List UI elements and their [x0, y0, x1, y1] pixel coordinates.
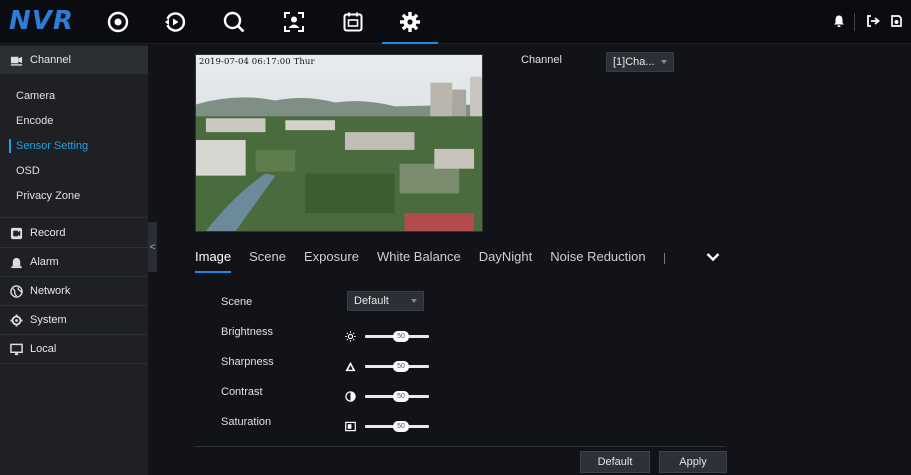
local-monitor-icon	[10, 343, 23, 355]
divider	[0, 363, 148, 364]
tab-image[interactable]: Image	[195, 249, 232, 273]
brightness-label: Brightness	[221, 326, 273, 338]
sidebar-group-local[interactable]: Local	[0, 335, 148, 363]
dropdown-arrow-icon	[411, 299, 417, 303]
contrast-label: Contrast	[221, 386, 263, 398]
divider	[854, 13, 855, 31]
sidebar-item-encode[interactable]: Encode	[0, 109, 148, 133]
playback-icon[interactable]	[160, 8, 190, 36]
chevron-left-icon: <	[149, 241, 156, 253]
system-gear-icon	[10, 313, 23, 327]
settings-tabs: Image Scene Exposure White Balance DayNi…	[195, 249, 683, 275]
sidebar-group-label: Local	[30, 343, 57, 355]
bell-icon[interactable]	[832, 14, 846, 28]
shutdown-icon[interactable]	[889, 14, 903, 28]
sidebar-item-label: OSD	[16, 165, 40, 177]
dropdown-arrow-icon	[661, 60, 667, 64]
nvr-logo: NVR	[9, 6, 74, 36]
saturation-label: Saturation	[221, 416, 272, 428]
channel-select-value: [1]Cha...	[613, 56, 655, 68]
camera-icon	[10, 56, 23, 66]
divider	[0, 217, 148, 218]
record-icon	[10, 227, 23, 239]
sidebar-group-label: Channel	[30, 54, 71, 66]
logout-icon[interactable]	[866, 14, 880, 28]
apply-button[interactable]: Apply	[659, 451, 727, 473]
sidebar-group-label: Network	[30, 285, 71, 297]
network-icon	[10, 284, 23, 298]
tab-scene[interactable]: Scene	[249, 249, 286, 264]
sidebar-collapse-button[interactable]: <	[148, 222, 157, 272]
scene-label: Scene	[221, 296, 253, 308]
sidebar-item-label: Privacy Zone	[16, 190, 81, 202]
sidebar-item-privacy-zone[interactable]: Privacy Zone	[0, 184, 148, 208]
sidebar-group-record[interactable]: Record	[0, 219, 148, 247]
saturation-icon	[345, 421, 356, 432]
calendar-icon[interactable]	[338, 8, 368, 36]
alarm-icon	[11, 257, 22, 268]
live-view-icon[interactable]	[103, 8, 133, 36]
contrast-icon	[345, 391, 356, 402]
search-icon[interactable]	[219, 8, 249, 36]
chevron-down-icon[interactable]	[706, 251, 720, 263]
sidebar-item-label: Camera	[16, 90, 56, 102]
tab-exposure[interactable]: Exposure	[304, 249, 359, 264]
tab-divider	[663, 253, 665, 264]
tab-daynight[interactable]: DayNight	[479, 249, 532, 264]
sidebar-group-label: Alarm	[30, 256, 59, 268]
sidebar-item-camera[interactable]: Camera	[0, 84, 148, 108]
default-button[interactable]: Default	[580, 451, 650, 473]
sharpness-slider-handle[interactable]: 50	[393, 361, 409, 372]
sidebar-item-label: Sensor Setting	[16, 140, 89, 152]
sidebar-group-system[interactable]: System	[0, 306, 148, 334]
sidebar-group-label: Record	[30, 227, 66, 239]
saturation-slider-handle[interactable]: 50	[393, 421, 409, 432]
channel-label: Channel	[521, 54, 562, 66]
top-bar: NVR	[0, 0, 911, 44]
osd-timestamp: 2019-07-04 06:17:00 Thur	[199, 57, 315, 67]
contrast-slider-handle[interactable]: 50	[393, 391, 409, 402]
divider	[195, 446, 725, 447]
tab-noise-reduction[interactable]: Noise Reduction	[550, 249, 645, 264]
sidebar-group-network[interactable]: Network	[0, 277, 148, 305]
sidebar-group-channel[interactable]: Channel	[0, 46, 148, 74]
sharpness-label: Sharpness	[221, 356, 274, 368]
sidebar-group-alarm[interactable]: Alarm	[0, 248, 148, 276]
sidebar-item-sensor-setting[interactable]: Sensor Setting	[0, 134, 148, 158]
contrast-slider[interactable]: 50	[365, 391, 429, 402]
sidebar-group-label: System	[30, 314, 67, 326]
camera-scene-image	[196, 55, 482, 231]
sidebar: Channel Camera Encode Sensor Setting OSD…	[0, 45, 148, 475]
saturation-slider[interactable]: 50	[365, 421, 429, 432]
sharpness-icon	[345, 361, 356, 372]
scene-select-value: Default	[354, 295, 389, 307]
channel-select[interactable]: [1]Cha...	[606, 52, 674, 72]
settings-icon[interactable]	[382, 8, 438, 44]
sharpness-slider[interactable]: 50	[365, 361, 429, 372]
main-content: 2019-07-04 06:17:00 Thur Channel [1]Cha.…	[157, 45, 911, 475]
sidebar-item-label: Encode	[16, 115, 54, 127]
scene-select[interactable]: Default	[347, 291, 424, 311]
brightness-icon	[345, 331, 356, 342]
video-preview: 2019-07-04 06:17:00 Thur	[195, 54, 483, 232]
sidebar-item-osd[interactable]: OSD	[0, 159, 148, 183]
brightness-slider-handle[interactable]: 50	[393, 331, 409, 342]
person-detect-icon[interactable]	[279, 8, 309, 36]
tab-white-balance[interactable]: White Balance	[377, 249, 461, 264]
brightness-slider[interactable]: 50	[365, 331, 429, 342]
